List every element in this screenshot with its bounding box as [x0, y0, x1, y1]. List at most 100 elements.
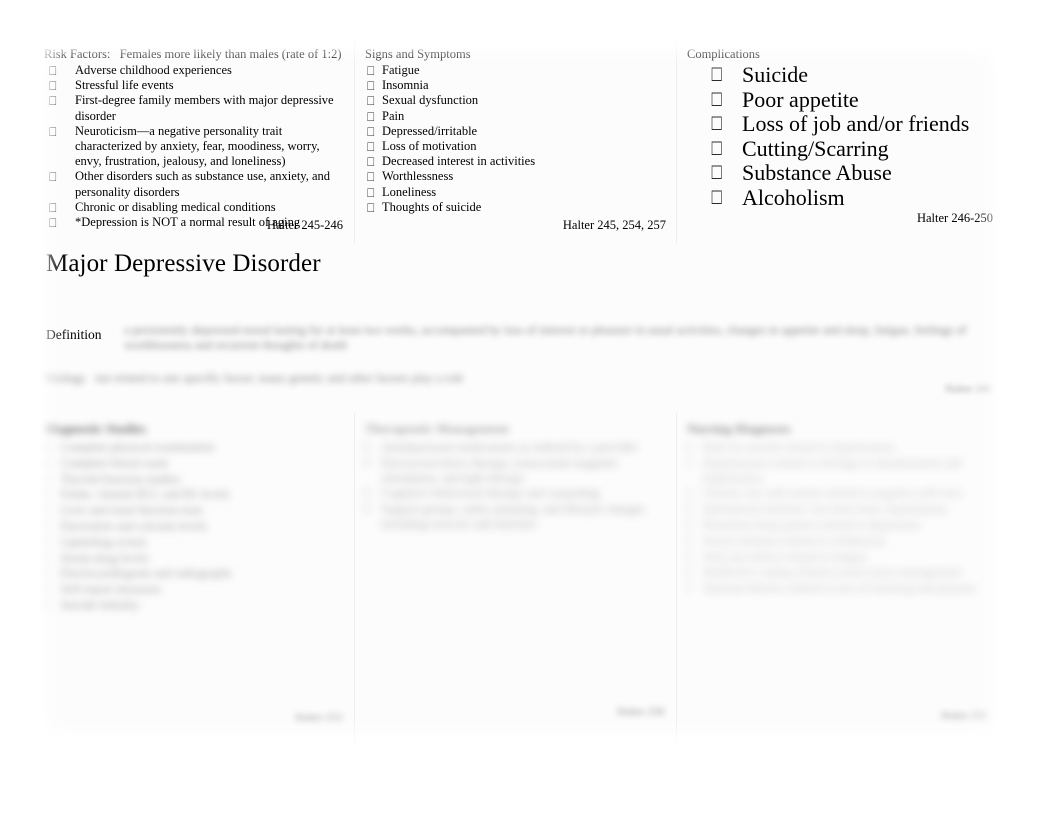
list-item: ⎕ Disturbed sleep pattern related to dep…: [685, 518, 996, 533]
box-bullet-icon: ⎕: [685, 565, 693, 580]
panel-risk-factors: Risk Factors: Females more likely than m…: [34, 38, 355, 243]
list-item: ⎕ Support groups, safety planning, and l…: [363, 502, 666, 532]
list-item: ⎕ Ineffective coping related to poor str…: [685, 565, 996, 580]
list-item-label: First-degree family members with major d…: [75, 93, 334, 123]
list-item-label: Suicide lethality: [60, 597, 140, 612]
list-item: ⎕ Worthlessness: [365, 169, 666, 184]
box-bullet-icon: ⎕: [685, 517, 693, 532]
list-item: ⎕ Serum drug levels: [42, 551, 344, 566]
list-item: ⎕ Poor appetite: [687, 87, 996, 113]
list-item-label: Hopelessness related to feelings of aban…: [703, 455, 962, 485]
panel-heading-diagnostic-studies: Diagnostic Studies: [44, 421, 147, 436]
list-item: ⎕ Pain: [365, 109, 666, 124]
box-bullet-icon: ⎕: [367, 139, 375, 155]
list-item: ⎕ Complete blood count: [42, 456, 344, 471]
etiology-line-redacted: Etiology not related to one specific fac…: [44, 371, 464, 385]
list-item: ⎕ Risk for suicide related to hopelessne…: [685, 440, 996, 455]
list-item: ⎕ Thyroid function studies: [42, 472, 344, 487]
box-bullet-icon: ⎕: [49, 199, 57, 215]
diagnostic-studies-list: ⎕ Complete physical examination ⎕ Comple…: [42, 440, 344, 613]
box-bullet-icon: ⎕: [42, 503, 50, 518]
list-item: ⎕ Cognitive behavioral therapy and couns…: [363, 486, 666, 501]
list-item-label: Chronic low self-esteem related to negat…: [703, 486, 964, 501]
list-item: ⎕ Electrolyte and calcium levels: [42, 519, 344, 534]
list-item-label: Worthlessness: [382, 169, 454, 184]
list-item: ⎕ Social isolation related to withdrawal: [685, 534, 996, 549]
list-item-label: Cutting/Scarring: [742, 135, 889, 161]
box-bullet-icon: ⎕: [42, 455, 50, 470]
box-bullet-icon: ⎕: [42, 550, 50, 565]
list-item-label: Risk for suicide related to hopelessness: [703, 440, 895, 454]
panel-heading-signs-and-symptoms: Signs and Symptoms: [365, 47, 471, 61]
box-bullet-icon: ⎕: [42, 582, 50, 597]
definition-label: Definition: [46, 327, 102, 342]
list-item-label: Loss of job and/or friends: [742, 111, 970, 137]
panel-signs-and-symptoms: Signs and Symptoms ⎕ Fatigue ⎕ Insomnia …: [355, 38, 677, 243]
list-item-label: Lipid/drug screen: [60, 534, 147, 549]
box-bullet-icon: ⎕: [367, 184, 375, 200]
list-item: ⎕ Insomnia: [365, 78, 666, 93]
list-item: ⎕ Chronic low self-esteem related to neg…: [685, 486, 996, 501]
list-item-label: Stressful life events: [75, 78, 174, 93]
list-item: ⎕ First-degree family members with major…: [44, 93, 344, 123]
box-bullet-icon: ⎕: [49, 169, 57, 185]
box-bullet-icon: ⎕: [685, 581, 693, 596]
citation-complications: Halter 246-250: [916, 211, 993, 225]
list-item: ⎕ Depressed/irritable: [365, 124, 666, 139]
panel-nursing-diagnoses-redacted: Nursing Diagnoses ⎕ Risk for suicide rel…: [677, 413, 1006, 746]
list-item: ⎕ Liver and renal function tests: [42, 503, 344, 518]
list-item-label: Complete physical examination: [60, 440, 215, 454]
list-item-label: Thyroid function studies: [60, 471, 180, 486]
list-item: ⎕ Antidepressant medications as ordered …: [363, 440, 666, 455]
list-item-label: Substance Abuse: [742, 160, 892, 186]
list-item-label: Electrocardiogram and radiographs: [60, 566, 232, 581]
list-item: ⎕ Sexual dysfunction: [365, 93, 666, 108]
list-item: ⎕ Stressful life events: [44, 78, 344, 93]
list-item-label: Electrolyte and calcium levels: [60, 518, 208, 533]
therapeutic-management-list: ⎕ Antidepressant medications as ordered …: [363, 440, 666, 532]
list-item: ⎕ Spiritual distress related to loss of …: [685, 581, 996, 596]
box-bullet-icon: ⎕: [42, 597, 50, 612]
box-bullet-icon: ⎕: [367, 78, 375, 94]
box-bullet-icon: ⎕: [711, 186, 723, 209]
list-item-label: Neuroticism—a negative personality trait…: [75, 123, 320, 169]
list-item-label: Complete blood count: [60, 455, 169, 470]
box-bullet-icon: ⎕: [42, 566, 50, 581]
list-item-label: Cognitive behavioral therapy and counsel…: [381, 486, 600, 501]
box-bullet-icon: ⎕: [367, 123, 375, 139]
box-bullet-icon: ⎕: [367, 169, 375, 185]
box-bullet-icon: ⎕: [42, 471, 50, 486]
box-bullet-icon: ⎕: [363, 440, 371, 454]
list-item-label: Adverse childhood experiences: [75, 63, 232, 77]
list-item-label: Insomnia: [382, 78, 429, 93]
signs-and-symptoms-list: ⎕ Fatigue ⎕ Insomnia ⎕ Sexual dysfunctio…: [365, 63, 666, 215]
list-item: ⎕ Loss of motivation: [365, 139, 666, 154]
box-bullet-icon: ⎕: [49, 123, 57, 139]
box-bullet-icon: ⎕: [49, 215, 57, 231]
list-item-label: Self-care deficit related to fatigue: [703, 549, 867, 564]
reference-columns-row: Risk Factors: Females more likely than m…: [34, 38, 1006, 243]
list-item-label: Sexual dysfunction: [382, 93, 479, 108]
list-item-label: Self-report measures: [60, 582, 162, 597]
list-item: ⎕ Loneliness: [365, 185, 666, 200]
list-item: ⎕ Self-care deficit related to fatigue: [685, 550, 996, 565]
box-bullet-icon: ⎕: [711, 137, 723, 160]
box-bullet-icon: ⎕: [685, 455, 693, 470]
list-item: ⎕ Folate, vitamin B12, and B1 levels: [42, 487, 344, 502]
box-bullet-icon: ⎕: [685, 549, 693, 564]
panel-complications: Complications ⎕ Suicide ⎕ Poor appetite …: [677, 38, 1006, 243]
box-bullet-icon: ⎕: [685, 533, 693, 548]
citation-nursing-diagnoses: Halter 255: [941, 710, 988, 722]
list-item-label: Decreased interest in activities: [382, 154, 536, 169]
box-bullet-icon: ⎕: [49, 78, 57, 94]
box-bullet-icon: ⎕: [42, 487, 50, 502]
list-item-label: Antidepressant medications as ordered by…: [381, 440, 638, 454]
list-item-label: Loneliness: [382, 184, 437, 199]
complications-list: ⎕ Suicide ⎕ Poor appetite ⎕ Loss of job …: [687, 62, 996, 211]
list-item-label: Social isolation related to withdrawal: [703, 533, 886, 548]
list-item-label: Fatigue: [382, 63, 420, 77]
list-item: ⎕ Electroconvulsive therapy, transcrania…: [363, 456, 666, 486]
list-item-label: Depressed/irritable: [382, 123, 478, 138]
list-item: ⎕ Loss of job and/or friends: [687, 112, 996, 137]
citation-signs-and-symptoms: Halter 245, 254, 257: [562, 218, 666, 232]
